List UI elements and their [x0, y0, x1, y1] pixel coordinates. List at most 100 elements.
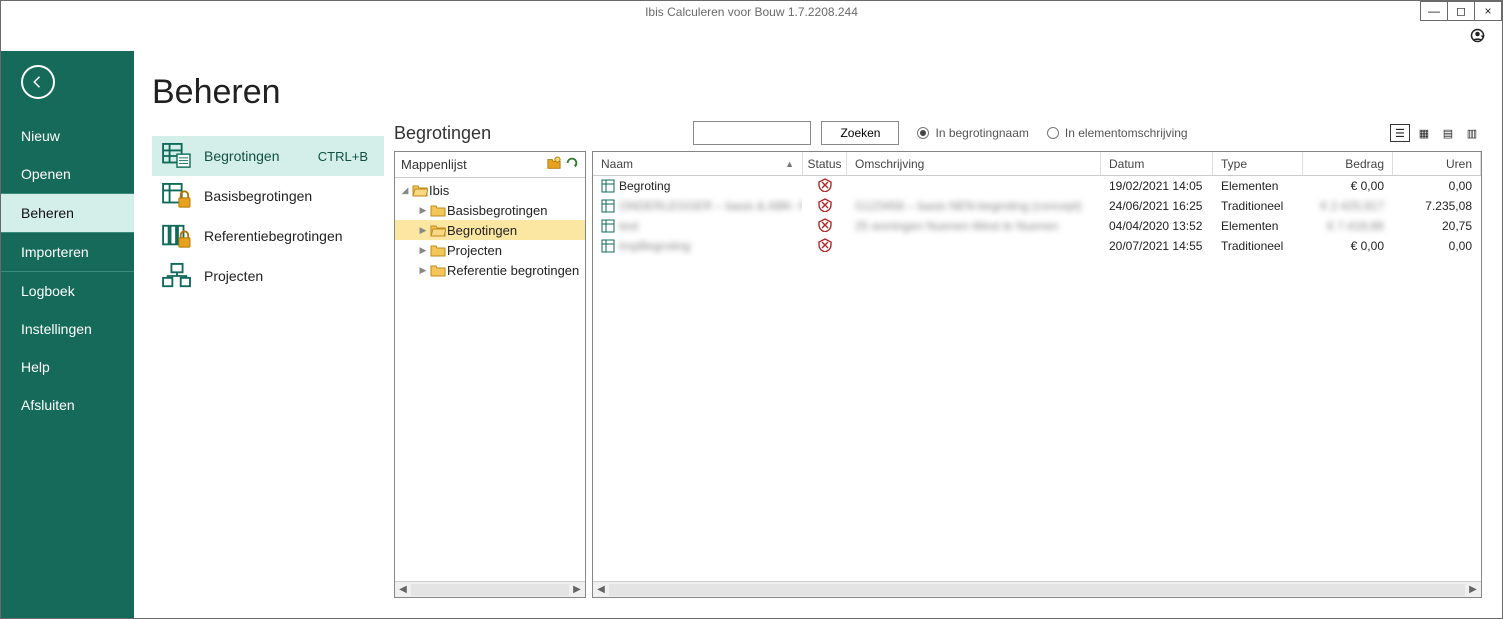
scroll-left-icon[interactable]: ◀: [395, 584, 411, 595]
cell-omschrijving: 25 woningen Nuenen-West te Nuenen: [855, 219, 1058, 233]
nav-label: Openen: [21, 166, 71, 182]
folder-tree-pane: Mappenlijst ◢: [394, 151, 586, 598]
radio-label: In elementomschrijving: [1065, 126, 1188, 140]
scroll-left-icon[interactable]: ◀: [593, 584, 609, 595]
tree-header: Mappenlijst: [395, 152, 585, 178]
cell-type: Traditioneel: [1221, 199, 1283, 213]
subnav-label: Basisbegrotingen: [204, 188, 312, 204]
cell-bedrag: € 2.425,917: [1321, 199, 1384, 213]
folder-open-icon: [429, 223, 447, 237]
subnav-begrotingen[interactable]: Begrotingen CTRL+B: [152, 136, 384, 176]
content-header: Begrotingen Zoeken In begrotingnaam In e…: [384, 121, 1482, 145]
tree-label: Begrotingen: [447, 223, 517, 238]
sort-asc-icon: ▲: [785, 159, 794, 169]
nav-openen[interactable]: Openen: [1, 155, 134, 193]
subnav-projecten[interactable]: Projecten: [152, 256, 384, 296]
scroll-right-icon[interactable]: ▶: [569, 584, 585, 595]
cell-naam: ONDERLEGGER – basis & ABK- NE…: [619, 199, 803, 213]
folder-open-icon: [411, 183, 429, 197]
col-datum[interactable]: Datum: [1101, 152, 1213, 175]
back-button[interactable]: [21, 65, 55, 99]
scroll-right-icon[interactable]: ▶: [1465, 584, 1481, 595]
nav-label: Afsluiten: [21, 397, 75, 413]
subnav-label: Referentiebegrotingen: [204, 228, 343, 244]
tree-folder-ibis[interactable]: ◢ Ibis: [395, 180, 585, 200]
cell-omschrijving: G123456 – basis NEN-begroting (concept): [855, 199, 1082, 213]
view-tiles-icon[interactable]: ▥: [1462, 124, 1482, 142]
view-large-icon[interactable]: ▤: [1438, 124, 1458, 142]
user-menu-icon[interactable]: [1470, 28, 1488, 46]
table-row[interactable]: tmpBegroting 20/07/2021 14:55 Traditione…: [593, 236, 1481, 256]
scroll-track[interactable]: [411, 584, 569, 596]
cell-datum: 04/04/2020 13:52: [1109, 219, 1202, 233]
view-medium-icon[interactable]: ▦: [1414, 124, 1434, 142]
locked-status-icon: [818, 218, 832, 235]
nav-help[interactable]: Help: [1, 348, 134, 386]
new-folder-icon[interactable]: [547, 156, 561, 173]
col-type[interactable]: Type: [1213, 152, 1303, 175]
estimate-file-icon: [601, 239, 615, 253]
close-button[interactable]: ×: [1474, 1, 1502, 21]
refresh-icon[interactable]: [565, 156, 579, 173]
tree-label: Ibis: [429, 183, 449, 198]
col-bedrag[interactable]: Bedrag: [1303, 152, 1393, 175]
grid-horizontal-scrollbar[interactable]: ◀ ▶: [593, 581, 1481, 597]
radio-begrotingnaam[interactable]: In begrotingnaam: [917, 126, 1028, 140]
tree-folder-referentie[interactable]: ▶ Referentie begrotingen: [395, 260, 585, 280]
content-area: Begrotingen Zoeken In begrotingnaam In e…: [384, 51, 1502, 618]
estimate-file-icon: [601, 179, 615, 193]
subnav-referentiebegrotingen[interactable]: Referentiebegrotingen: [152, 216, 384, 256]
nav-label: Beheren: [21, 205, 74, 221]
col-naam[interactable]: Naam▲: [593, 152, 803, 175]
nav-label: Instellingen: [21, 321, 92, 337]
scroll-track[interactable]: [609, 584, 1465, 596]
cell-uren: 0,00: [1449, 179, 1472, 193]
window-controls: — ◻ ×: [1421, 1, 1502, 21]
radio-icon: [917, 127, 929, 139]
col-uren[interactable]: Uren: [1393, 152, 1481, 175]
radio-icon: [1047, 127, 1059, 139]
maximize-button[interactable]: ◻: [1447, 1, 1475, 21]
books-lock-icon: [162, 222, 192, 250]
nav-label: Importeren: [21, 244, 89, 260]
nav-instellingen[interactable]: Instellingen: [1, 310, 134, 348]
nav-label: Help: [21, 359, 50, 375]
cell-uren: 20,75: [1442, 219, 1472, 233]
search-button[interactable]: Zoeken: [821, 121, 899, 145]
cell-datum: 20/07/2021 14:55: [1109, 239, 1202, 253]
caret-right-icon: ▶: [417, 225, 429, 236]
nav-importeren[interactable]: Importeren: [1, 233, 134, 271]
content-heading: Begrotingen: [394, 123, 491, 144]
tree-header-label: Mappenlijst: [401, 157, 467, 172]
minimize-button[interactable]: —: [1420, 1, 1448, 21]
userbar: [1, 23, 1502, 51]
tree-folder-basisbegrotingen[interactable]: ▶ Basisbegrotingen: [395, 200, 585, 220]
estimate-file-icon: [601, 219, 615, 233]
tree-folder-begrotingen[interactable]: ▶ Begrotingen: [395, 220, 585, 240]
titlebar: Ibis Calculeren voor Bouw 1.7.2208.244 —…: [1, 1, 1502, 23]
nav-afsluiten[interactable]: Afsluiten: [1, 386, 134, 424]
view-list-icon[interactable]: ☰: [1390, 124, 1410, 142]
nav-label: Logboek: [21, 283, 75, 299]
table-row[interactable]: ONDERLEGGER – basis & ABK- NE… G123456 –…: [593, 196, 1481, 216]
tree-label: Referentie begrotingen: [447, 263, 579, 278]
cell-bedrag: € 0,00: [1351, 179, 1384, 193]
col-omschrijving[interactable]: Omschrijving: [847, 152, 1101, 175]
table-row[interactable]: Begroting 19/02/2021 14:05 Elementen € 0…: [593, 176, 1481, 196]
grid-body: Begroting 19/02/2021 14:05 Elementen € 0…: [593, 176, 1481, 581]
sidebar: Nieuw Openen Beheren Importeren Logboek …: [1, 51, 134, 618]
subnav-basisbegrotingen[interactable]: Basisbegrotingen: [152, 176, 384, 216]
nav-logboek[interactable]: Logboek: [1, 272, 134, 310]
nav-beheren[interactable]: Beheren: [1, 194, 134, 232]
estimate-file-icon: [601, 199, 615, 213]
cell-naam: Begroting: [619, 179, 670, 193]
caret-right-icon: ▶: [417, 245, 429, 256]
col-status[interactable]: Status: [803, 152, 847, 175]
table-row[interactable]: test 25 woningen Nuenen-West te Nuenen 0…: [593, 216, 1481, 236]
radio-elementomschrijving[interactable]: In elementomschrijving: [1047, 126, 1188, 140]
cell-bedrag: € 7.418,86: [1327, 219, 1384, 233]
tree-horizontal-scrollbar[interactable]: ◀ ▶: [395, 581, 585, 597]
tree-folder-projecten[interactable]: ▶ Projecten: [395, 240, 585, 260]
nav-nieuw[interactable]: Nieuw: [1, 117, 134, 155]
search-input[interactable]: [693, 121, 811, 145]
